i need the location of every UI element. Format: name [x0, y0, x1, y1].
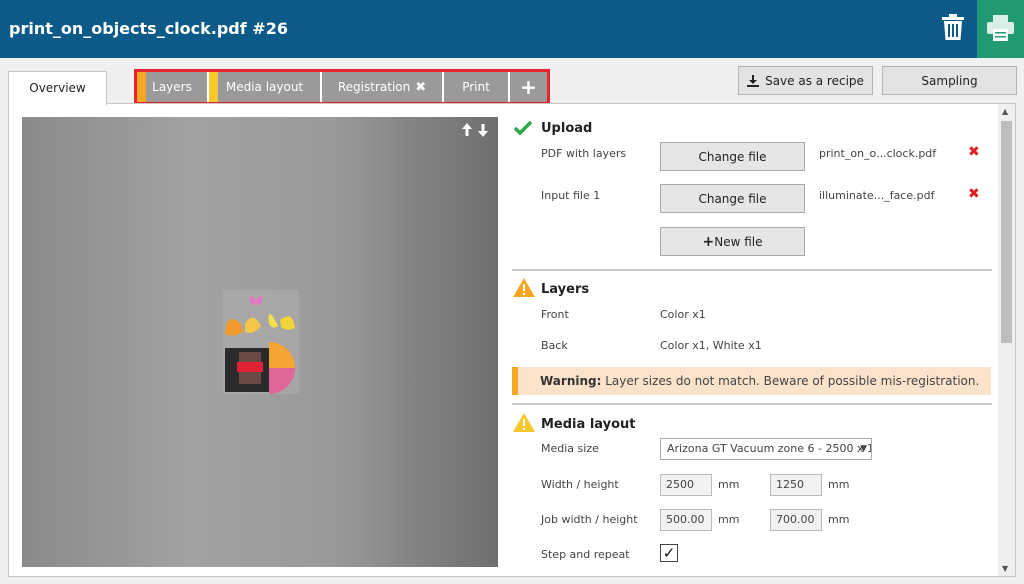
media-layout-title: Media layout — [541, 417, 636, 432]
tab-layers-label: Layers — [152, 80, 192, 94]
input-file-label: Input file 1 — [541, 189, 601, 202]
unit-label: mm — [718, 478, 740, 491]
unit-label: mm — [828, 478, 850, 491]
warning-text: Layer sizes do not match. Beware of poss… — [605, 374, 980, 388]
width-input[interactable]: 2500 — [660, 474, 712, 496]
section-divider — [512, 269, 992, 271]
print-preview — [22, 117, 498, 567]
tab-overview[interactable]: Overview — [8, 71, 107, 105]
height-input[interactable]: 1250 — [770, 474, 822, 496]
tab-media-layout[interactable]: Media layout — [209, 72, 322, 102]
job-height-input[interactable]: 700.00 — [770, 509, 822, 531]
plus-icon: + — [702, 233, 715, 250]
save-as-recipe-label: Save as a recipe — [765, 73, 864, 88]
tab-registration[interactable]: Registration ✖ — [322, 72, 444, 102]
scroll-down-icon[interactable]: ▼ — [1002, 564, 1008, 573]
app-header: print_on_objects_clock.pdf #26 — [0, 0, 1024, 58]
new-file-button[interactable]: + New file — [660, 227, 805, 256]
workflow-tabs: Layers Media layout Registration ✖ Print… — [134, 69, 550, 105]
warning-label: Warning: — [540, 374, 602, 388]
trash-icon — [942, 14, 964, 40]
back-label: Back — [541, 339, 568, 352]
media-size-select[interactable]: Arizona GT Vacuum zone 6 - 2500 x 125 ▼ — [660, 438, 872, 460]
file-name: illuminate..._face.pdf — [819, 189, 935, 202]
delete-button[interactable] — [940, 13, 966, 41]
file-name: print_on_o...clock.pdf — [819, 147, 937, 160]
settings-scrollbar[interactable]: ▲ ▼ — [998, 104, 1015, 576]
front-value: Color x1 — [660, 308, 706, 321]
media-size-value: Arizona GT Vacuum zone 6 - 2500 x 125 — [667, 442, 872, 455]
tab-layers[interactable]: Layers — [137, 72, 209, 102]
step-and-repeat-label: Step and repeat — [541, 548, 630, 561]
layer-warning-banner: Warning: Layer sizes do not match. Bewar… — [512, 367, 991, 395]
layers-title: Layers — [541, 282, 590, 297]
flip-arrows-icon[interactable] — [462, 123, 490, 141]
change-file-button[interactable]: Change file — [660, 142, 805, 171]
chevron-down-icon: ▼ — [860, 444, 867, 454]
step-and-repeat-checkbox[interactable]: ✓ — [660, 544, 678, 562]
remove-file-icon[interactable]: ✖ — [968, 186, 980, 202]
page-title: print_on_objects_clock.pdf #26 — [9, 19, 288, 38]
change-file-button[interactable]: Change file — [660, 184, 805, 213]
plus-icon: + — [520, 75, 537, 99]
width-height-label: Width / height — [541, 478, 619, 491]
checkmark-icon — [514, 120, 532, 136]
job-width-input[interactable]: 500.00 — [660, 509, 712, 531]
close-icon: ✖ — [415, 79, 427, 95]
warning-flag — [137, 72, 146, 102]
print-button[interactable] — [977, 0, 1024, 58]
pdf-with-layers-label: PDF with layers — [541, 147, 627, 160]
add-tab-button[interactable]: + — [510, 72, 547, 102]
printer-icon — [987, 15, 1014, 41]
unit-label: mm — [718, 513, 740, 526]
warning-icon — [513, 278, 535, 297]
tab-media-layout-label: Media layout — [225, 80, 304, 94]
media-size-label: Media size — [541, 442, 599, 455]
job-width-height-label: Job width / height — [541, 513, 638, 526]
artwork-thumbnail — [223, 290, 299, 394]
section-divider — [512, 403, 992, 405]
settings-column: Upload PDF with layers Change file print… — [512, 117, 992, 573]
unit-label: mm — [828, 513, 850, 526]
upload-title: Upload — [541, 121, 593, 136]
warning-flag — [209, 72, 218, 102]
warning-icon — [513, 413, 535, 432]
scroll-up-icon[interactable]: ▲ — [1002, 107, 1008, 116]
new-file-label: New file — [714, 234, 763, 249]
save-as-recipe-button[interactable]: Save as a recipe — [738, 66, 873, 95]
remove-file-icon[interactable]: ✖ — [968, 144, 980, 160]
download-icon — [747, 74, 760, 87]
sampling-button[interactable]: Sampling — [882, 66, 1017, 95]
back-value: Color x1, White x1 — [660, 339, 762, 352]
tab-registration-label: Registration — [337, 80, 411, 94]
scrollbar-thumb[interactable] — [1001, 121, 1012, 343]
tab-print[interactable]: Print — [444, 72, 510, 102]
tab-print-label: Print — [462, 80, 490, 94]
front-label: Front — [541, 308, 569, 321]
